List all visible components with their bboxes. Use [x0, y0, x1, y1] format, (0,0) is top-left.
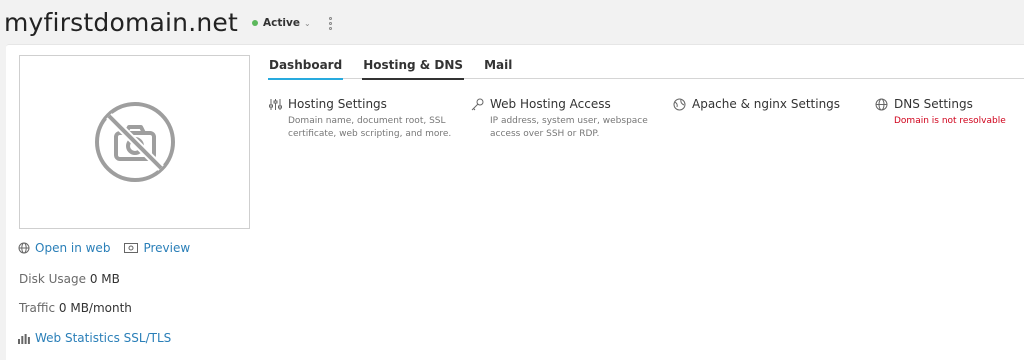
hosting-settings-title: Hosting Settings	[288, 97, 387, 111]
sliders-icon	[268, 97, 282, 111]
bar-chart-icon	[18, 333, 30, 344]
tool-web-hosting-access: Web Hosting Access IP address, system us…	[470, 97, 660, 141]
apache-nginx-link[interactable]: Apache & nginx Settings	[672, 97, 862, 111]
open-in-web-label: Open in web	[35, 241, 111, 255]
domain-title: myfirstdomain.net	[4, 7, 239, 37]
tab-dashboard[interactable]: Dashboard	[268, 56, 344, 80]
dns-settings-link[interactable]: DNS Settings	[874, 97, 1024, 111]
dns-settings-title: DNS Settings	[894, 97, 973, 111]
status-label: Active	[263, 17, 300, 29]
traffic-value: 0 MB/month	[58, 301, 132, 315]
web-hosting-access-title: Web Hosting Access	[490, 97, 611, 111]
dns-settings-error: Domain is not resolvable	[894, 116, 1006, 126]
globe-icon	[18, 242, 30, 254]
screenshot-thumbnail	[19, 55, 250, 229]
key-icon	[470, 97, 484, 111]
traffic-label: Traffic	[19, 301, 56, 315]
status-dot	[252, 20, 259, 26]
web-statistics-link[interactable]: Web Statistics SSL/TLS	[18, 331, 171, 345]
preview-link[interactable]: Preview	[124, 241, 190, 255]
domain-panel: Open in web Preview Disk Usage 0 MB Traf…	[6, 44, 1024, 360]
tab-mail[interactable]: Mail	[483, 56, 513, 79]
disk-usage-label: Disk Usage	[19, 272, 86, 286]
chevron-down-icon: ⌄	[303, 18, 311, 28]
disk-usage-value: 0 MB	[89, 272, 120, 286]
tab-hosting-dns[interactable]: Hosting & DNS	[362, 56, 464, 80]
preview-icon	[124, 243, 139, 253]
status-dropdown[interactable]: Active ⌄	[252, 17, 311, 29]
apache-nginx-title: Apache & nginx Settings	[692, 97, 841, 111]
hosting-settings-link[interactable]: Hosting Settings	[268, 97, 458, 111]
tab-bar: Dashboard Hosting & DNS Mail	[268, 56, 1024, 80]
tool-hosting-settings: Hosting Settings Domain name, document r…	[268, 97, 458, 141]
disk-usage: Disk Usage 0 MB	[19, 272, 120, 286]
page-header: myfirstdomain.net Active ⌄	[0, 0, 1024, 44]
quick-links: Open in web Preview	[18, 241, 204, 255]
tool-dns-settings: DNS Settings Domain is not resolvable	[874, 97, 1024, 128]
tool-apache-nginx: Apache & nginx Settings	[672, 97, 862, 111]
open-in-web-link[interactable]: Open in web	[18, 241, 110, 255]
hosting-settings-desc: Domain name, document root, SSL certific…	[288, 116, 452, 139]
web-statistics-label: Web Statistics SSL/TLS	[35, 331, 172, 345]
preview-label: Preview	[143, 241, 191, 255]
no-image-icon	[94, 102, 175, 182]
traffic: Traffic 0 MB/month	[19, 301, 132, 315]
dns-globe-icon	[874, 97, 888, 111]
web-hosting-access-link[interactable]: Web Hosting Access	[470, 97, 660, 111]
web-hosting-access-desc: IP address, system user, webspace access…	[490, 116, 648, 139]
more-menu-icon[interactable]	[327, 16, 335, 30]
gear-globe-icon	[672, 97, 686, 111]
